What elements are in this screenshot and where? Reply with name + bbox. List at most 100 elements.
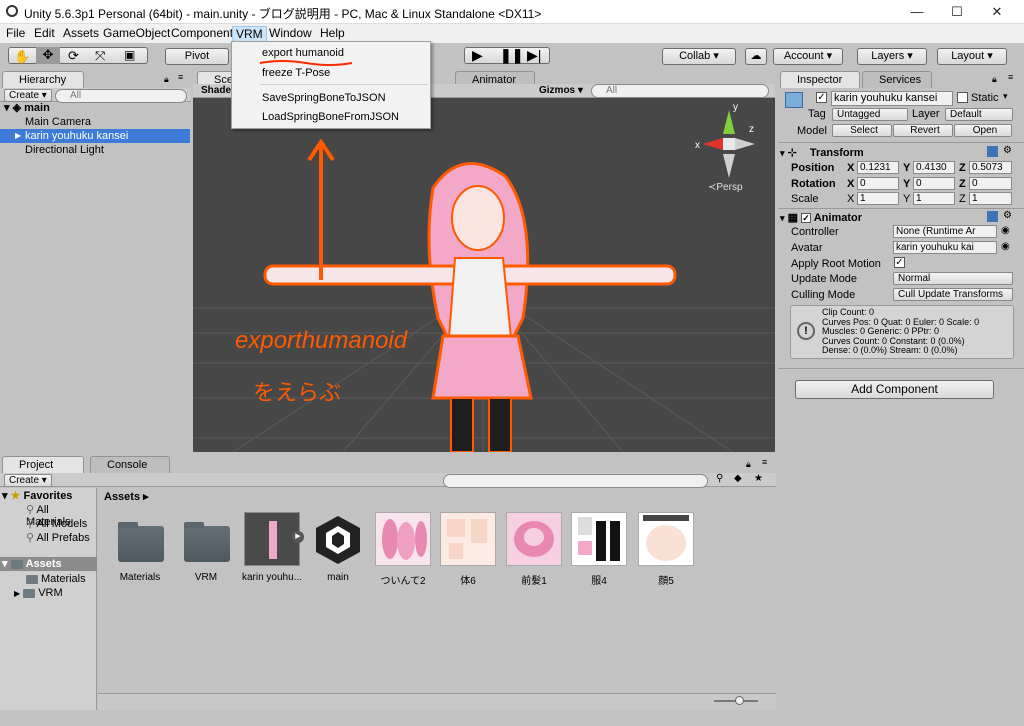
tab-hierarchy[interactable]: Hierarchy [2, 71, 84, 88]
menu-vrm[interactable]: VRM [232, 26, 267, 42]
project-breadcrumb[interactable]: Assets ▸ [104, 490, 149, 503]
move-tool-icon[interactable]: ✥ [36, 47, 60, 64]
favorite-star-icon[interactable]: ★ [754, 473, 763, 484]
rotate-tool-icon[interactable]: ⟳ [68, 48, 79, 64]
asset-texture-bangs[interactable]: 前髪1 [502, 512, 566, 587]
asset-texture-body[interactable]: 体6 [436, 512, 500, 587]
tab-services[interactable]: Services [862, 71, 932, 88]
scene-search-input[interactable]: All [591, 84, 769, 98]
layout-button[interactable]: Layout ▾ [937, 48, 1007, 65]
animator-enabled-checkbox[interactable]: ✓ [801, 213, 812, 224]
scale-tool-icon[interactable]: ⤧ [95, 48, 105, 64]
active-checkbox[interactable]: ✓ [816, 92, 827, 103]
root-motion-checkbox[interactable]: ✓ [894, 257, 905, 268]
pivot-toggle[interactable]: Pivot [165, 48, 229, 65]
layers-button[interactable]: Layers ▾ [857, 48, 927, 65]
controller-field[interactable]: None (Runtime Ar [893, 225, 997, 238]
help-icon[interactable] [987, 211, 998, 222]
model-revert-button[interactable]: Revert [893, 124, 953, 137]
rotation-y-field[interactable]: 0 [913, 177, 955, 190]
component-settings-icon[interactable]: ⚙ [1003, 210, 1012, 221]
project-search-input[interactable] [443, 474, 708, 488]
zoom-slider-thumb[interactable] [735, 696, 744, 705]
menu-item-save-spring-bone[interactable]: SaveSpringBoneToJSON [262, 92, 386, 104]
account-button[interactable]: Account ▾ [773, 48, 843, 65]
model-select-button[interactable]: Select [832, 124, 892, 137]
perspective-label[interactable]: ≺Persp [708, 182, 743, 193]
menu-help[interactable]: Help [317, 26, 348, 42]
add-component-button[interactable]: Add Component [795, 380, 994, 399]
hierarchy-item-main-camera[interactable]: Main Camera [0, 115, 190, 129]
favorites-row[interactable]: ▾ ★ Favorites [2, 489, 72, 502]
expand-prefab-icon[interactable]: ▶ [292, 531, 304, 543]
culling-mode-dropdown[interactable]: Cull Update Transforms [893, 288, 1013, 301]
project-create-button[interactable]: Create ▾ [4, 474, 52, 487]
filter-label-icon[interactable]: ◆ [734, 473, 742, 484]
inspector-menu-icon[interactable]: ≡ [1008, 72, 1013, 82]
project-menu-icon[interactable]: ≡ [762, 457, 767, 467]
rotation-x-field[interactable]: 0 [857, 177, 899, 190]
panel-menu-icon[interactable]: ≡ [178, 72, 183, 82]
asset-karin-prefab[interactable]: karin youhu... [240, 512, 304, 583]
scene-row[interactable]: ▾ ◈ main [0, 101, 190, 115]
position-y-field[interactable]: 0.4130 [913, 161, 955, 174]
layer-dropdown[interactable]: Default [945, 108, 1013, 121]
static-dropdown-icon[interactable]: ▾ [1003, 91, 1008, 102]
asset-materials[interactable]: Materials [108, 512, 172, 583]
collab-button[interactable]: Collab ▾ [662, 48, 736, 65]
hand-tool-icon[interactable]: ✋ [14, 49, 30, 65]
tag-dropdown[interactable]: Untagged [832, 108, 908, 121]
lock-icon[interactable]: 🔒︎ [164, 74, 169, 85]
scale-y-field[interactable]: 1 [913, 192, 955, 205]
tab-inspector[interactable]: Inspector [780, 71, 860, 88]
orientation-gizmo[interactable]: y x z [695, 102, 755, 178]
scene-viewport[interactable]: exporthumanoid をえらぶ y x z ≺Persp [193, 98, 775, 452]
position-x-field[interactable]: 0.1231 [857, 161, 899, 174]
close-button[interactable]: ✕ [974, 0, 1020, 24]
rotation-z-field[interactable]: 0 [969, 177, 1012, 190]
project-lock-icon[interactable]: 🔒︎ [746, 459, 751, 470]
inspector-lock-icon[interactable]: 🔒︎ [992, 74, 997, 85]
object-name-field[interactable]: karin youhuku kansei [831, 91, 953, 106]
asset-main-scene[interactable]: main [306, 512, 370, 583]
tab-project[interactable]: Project [2, 456, 84, 473]
menu-edit[interactable]: Edit [31, 26, 58, 42]
step-icon[interactable]: ▶| [527, 47, 541, 64]
static-checkbox[interactable] [957, 92, 968, 103]
position-z-field[interactable]: 0.5073 [969, 161, 1012, 174]
asset-texture-face[interactable]: 顔5 [634, 512, 698, 587]
assets-root-row[interactable]: ▾ Assets [0, 557, 97, 571]
component-settings-icon[interactable]: ⚙ [1003, 145, 1012, 156]
update-mode-dropdown[interactable]: Normal [893, 272, 1013, 285]
fav-all-models[interactable]: ⚲ All Models [26, 517, 87, 530]
tab-console[interactable]: Console [90, 456, 170, 473]
hierarchy-item-karin[interactable]: ▶ karin youhuku kansei [0, 129, 190, 143]
asset-texture-twintail[interactable]: ついんて2 [371, 512, 435, 587]
menu-item-export-humanoid[interactable]: export humanoid [262, 47, 344, 59]
avatar-field[interactable]: karin youhuku kai [893, 241, 997, 254]
tree-folder-vrm[interactable]: ▶ VRM [14, 587, 63, 599]
rect-tool-icon[interactable]: ▣ [124, 48, 135, 62]
scale-x-field[interactable]: 1 [857, 192, 899, 205]
object-picker-icon[interactable]: ◉ [1001, 225, 1010, 236]
menu-gameobject[interactable]: GameObject [100, 26, 173, 42]
asset-texture-clothes[interactable]: 服4 [567, 512, 631, 587]
gizmos-dropdown[interactable]: Gizmos ▾ [539, 85, 583, 96]
help-icon[interactable] [987, 146, 998, 157]
scale-z-field[interactable]: 1 [969, 192, 1012, 205]
fav-all-prefabs[interactable]: ⚲ All Prefabs [26, 531, 90, 544]
cloud-button[interactable]: ☁ [745, 48, 767, 65]
filter-type-icon[interactable]: ⚲ [716, 473, 723, 484]
menu-file[interactable]: File [3, 26, 28, 42]
expand-arrow-icon[interactable]: ▶ [15, 129, 21, 143]
menu-window[interactable]: Window [266, 26, 315, 42]
animator-header[interactable]: ▾ ▦ ✓ Animator [780, 211, 1020, 225]
hierarchy-item-directional-light[interactable]: Directional Light [0, 143, 190, 157]
asset-vrm[interactable]: VRM [174, 512, 238, 583]
menu-assets[interactable]: Assets [60, 26, 102, 42]
pause-icon[interactable]: ❚❚ [500, 47, 523, 64]
menu-component[interactable]: Component [168, 26, 236, 42]
model-open-button[interactable]: Open [954, 124, 1012, 137]
object-picker-icon[interactable]: ◉ [1001, 241, 1010, 252]
tree-folder-materials[interactable]: Materials [26, 573, 86, 585]
